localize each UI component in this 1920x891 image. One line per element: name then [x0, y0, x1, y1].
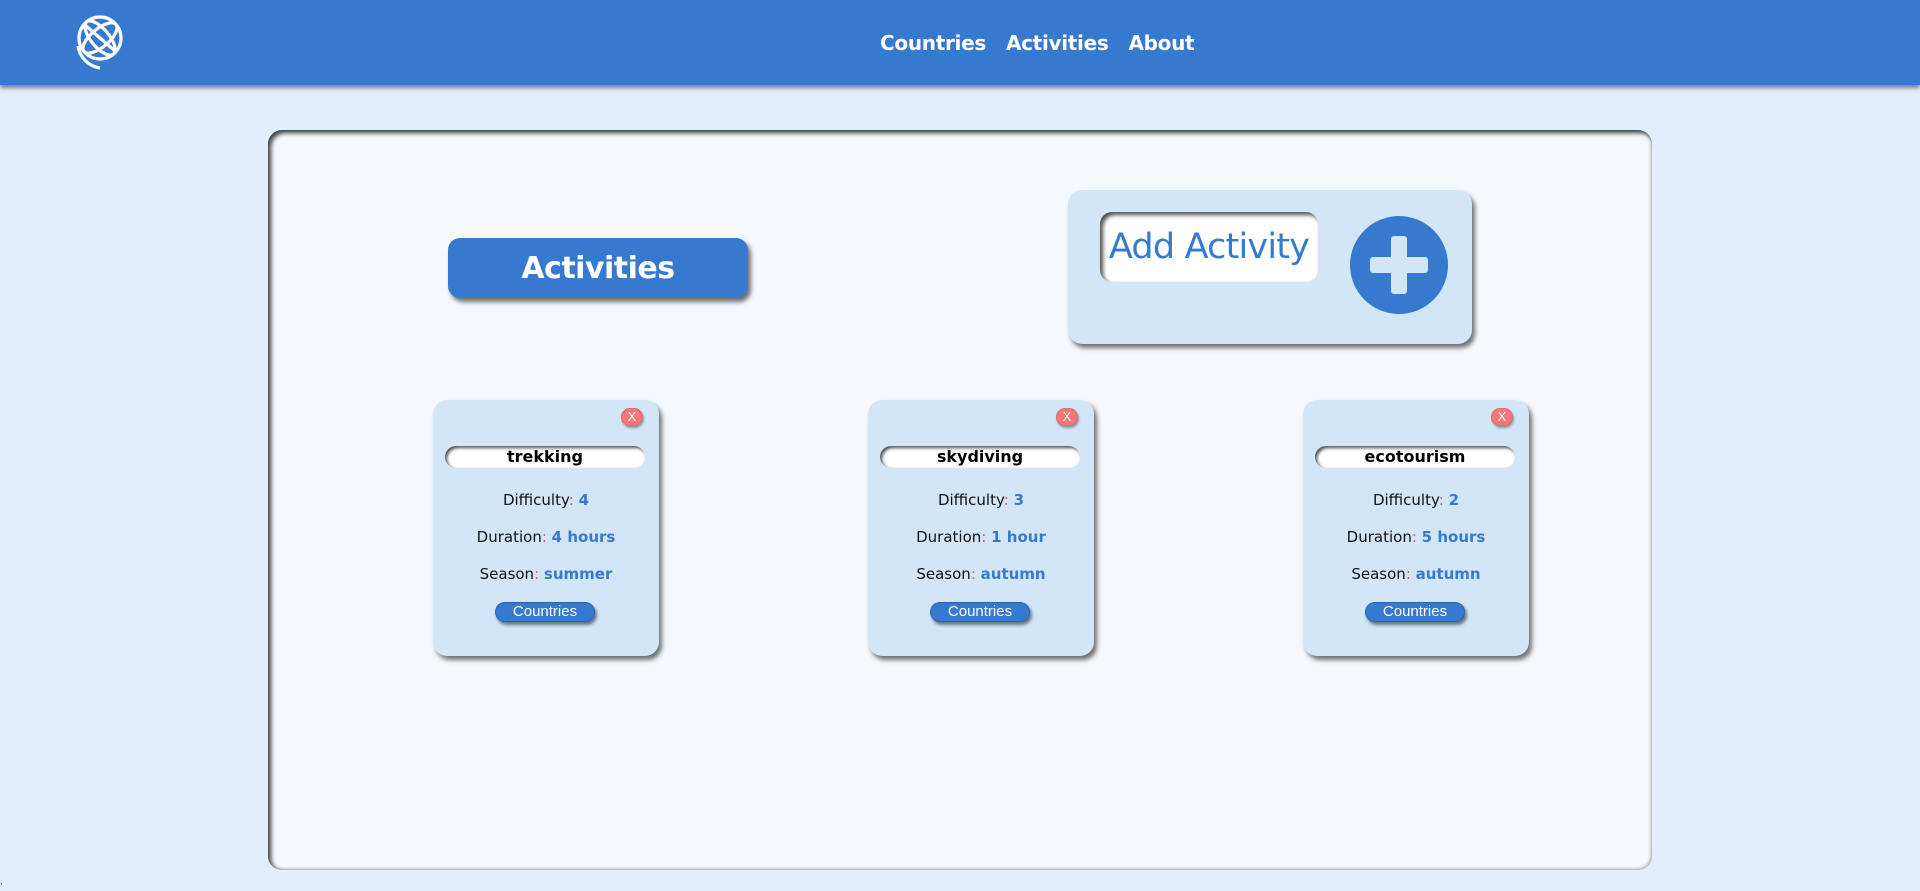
difficulty-value: 4	[578, 491, 590, 509]
delete-activity-button[interactable]: X	[1491, 408, 1513, 426]
nav-link-about[interactable]: About	[1128, 31, 1194, 55]
duration-label: Duration	[476, 528, 542, 546]
corner-mark: ,	[0, 876, 3, 886]
season-label: Season	[916, 565, 971, 583]
duration-label: Duration	[916, 528, 982, 546]
duration-value: 5 hours	[1421, 528, 1486, 546]
countries-button[interactable]: Countries	[495, 602, 595, 622]
duration-row: Duration: 5 hours	[1303, 528, 1529, 546]
season-row: Season: summer	[433, 565, 659, 583]
nav-link-activities[interactable]: Activities	[1006, 31, 1109, 55]
season-label: Season	[479, 565, 535, 583]
colon: :	[1438, 491, 1444, 509]
globe-icon[interactable]	[70, 10, 128, 72]
colon: :	[568, 491, 574, 509]
duration-row: Duration: 1 hour	[868, 528, 1094, 546]
season-value: autumn	[1415, 565, 1481, 583]
difficulty-label: Difficulty	[937, 491, 1004, 509]
difficulty-row: Difficulty: 2	[1303, 491, 1529, 509]
season-value: autumn	[980, 565, 1046, 583]
colon: :	[1003, 491, 1009, 509]
colon: :	[970, 565, 976, 583]
season-value: summer	[543, 565, 613, 583]
difficulty-row: Difficulty: 3	[868, 491, 1094, 509]
difficulty-label: Difficulty	[1372, 491, 1439, 509]
colon: :	[541, 528, 547, 546]
colon: :	[1405, 565, 1411, 583]
main-nav: Countries Activities About	[880, 0, 1195, 85]
season-row: Season: autumn	[868, 565, 1094, 583]
colon: :	[981, 528, 987, 546]
duration-value: 1 hour	[991, 528, 1046, 546]
colon: :	[1411, 528, 1417, 546]
activities-panel: Activities Add Activity X trekking Diffi…	[268, 130, 1652, 870]
add-activity-label: Add Activity	[1108, 227, 1310, 267]
countries-button[interactable]: Countries	[1365, 602, 1465, 622]
add-activity-label-box: Add Activity	[1100, 212, 1318, 282]
delete-activity-button[interactable]: X	[621, 408, 643, 426]
duration-row: Duration: 4 hours	[433, 528, 659, 546]
season-label: Season	[1351, 565, 1406, 583]
activity-card: X ecotourism Difficulty: 2 Duration: 5 h…	[1303, 400, 1529, 656]
difficulty-label: Difficulty	[502, 491, 569, 509]
activity-name: skydiving	[880, 446, 1080, 468]
add-activity-button[interactable]: Add Activity	[1068, 190, 1472, 344]
activity-card: X skydiving Difficulty: 3 Duration: 1 ho…	[868, 400, 1094, 656]
countries-button[interactable]: Countries	[930, 602, 1030, 622]
delete-activity-button[interactable]: X	[1056, 408, 1078, 426]
navbar: Countries Activities About	[0, 0, 1920, 85]
activity-card: X trekking Difficulty: 4 Duration: 4 hou…	[433, 400, 659, 656]
duration-label: Duration	[1346, 528, 1412, 546]
difficulty-value: 2	[1448, 491, 1460, 509]
nav-link-countries[interactable]: Countries	[880, 31, 986, 55]
colon: :	[534, 565, 540, 583]
activity-name: trekking	[445, 446, 645, 468]
plus-icon[interactable]	[1350, 216, 1448, 314]
activity-name: ecotourism	[1315, 446, 1515, 468]
difficulty-value: 3	[1013, 491, 1025, 509]
page-title: Activities	[521, 250, 675, 286]
season-row: Season: autumn	[1303, 565, 1529, 583]
duration-value: 4 hours	[551, 528, 616, 546]
page-title-box: Activities	[448, 238, 748, 298]
difficulty-row: Difficulty: 4	[433, 491, 659, 509]
